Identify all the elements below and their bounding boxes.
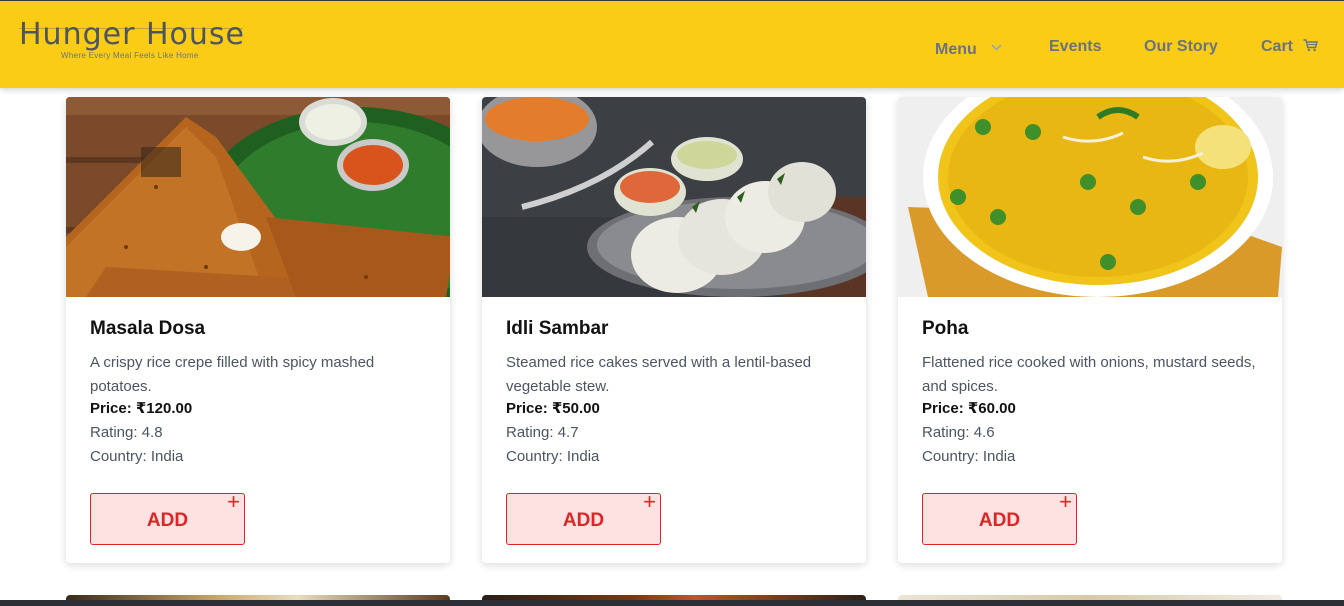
nav-cart-label: Cart: [1261, 38, 1294, 55]
item-price: Price: ₹120.00: [90, 400, 193, 417]
item-rating: Rating: 4.6: [922, 424, 995, 441]
add-to-cart-button[interactable]: ADD +: [90, 489, 245, 545]
masala-dosa-image: [66, 97, 450, 297]
chevron-down-icon: [991, 37, 1002, 57]
poha-image: [898, 97, 1282, 297]
idli-sambar-image: [482, 97, 866, 297]
add-to-cart-button[interactable]: ADD +: [506, 489, 661, 545]
item-country: Country: India: [506, 448, 600, 465]
item-description: A crispy rice crepe filled with spicy ma…: [90, 354, 375, 395]
brand-logo[interactable]: Hunger House Where Every Meal Feels Like…: [19, 18, 249, 68]
nav-menu-dropdown[interactable]: Menu: [935, 37, 1002, 60]
item-country: Country: India: [90, 448, 184, 465]
add-to-cart-button[interactable]: ADD +: [922, 489, 1077, 545]
item-price: Price: ₹60.00: [922, 400, 1016, 417]
item-price: Price: ₹50.00: [506, 400, 600, 417]
item-description: Flattened rice cooked with onions, musta…: [922, 354, 1256, 395]
window-bottom-bar: [0, 600, 1344, 606]
menu-card: Idli Sambar Steamed rice cakes served wi…: [482, 97, 866, 563]
add-button-label: ADD: [146, 510, 189, 531]
brand-tagline: Where Every Meal Feels Like Home: [61, 51, 199, 60]
nav-our-story-link[interactable]: Our Story: [1144, 37, 1218, 57]
add-button-label: ADD: [562, 510, 605, 531]
item-description: Steamed rice cakes served with a lentil-…: [506, 354, 812, 395]
brand-name: Hunger House: [19, 18, 249, 52]
nav-menu-label: Menu: [935, 41, 977, 58]
plus-icon: +: [1059, 489, 1072, 514]
item-title: Masala Dosa: [90, 318, 206, 339]
shopping-cart-icon: [1303, 38, 1319, 58]
item-country: Country: India: [922, 448, 1016, 465]
item-rating: Rating: 4.8: [90, 424, 163, 441]
item-title: Idli Sambar: [506, 318, 609, 339]
add-button-label: ADD: [978, 510, 1021, 531]
menu-card: Masala Dosa A crispy rice crepe filled w…: [66, 97, 450, 563]
menu-card: Poha Flattened rice cooked with onions, …: [898, 97, 1282, 563]
nav-cart-link[interactable]: Cart: [1261, 37, 1319, 58]
item-title: Poha: [922, 318, 969, 339]
plus-icon: +: [227, 489, 240, 514]
navbar: Hunger House Where Every Meal Feels Like…: [0, 1, 1344, 88]
nav-events-link[interactable]: Events: [1049, 37, 1101, 57]
plus-icon: +: [643, 489, 656, 514]
item-rating: Rating: 4.7: [506, 424, 579, 441]
